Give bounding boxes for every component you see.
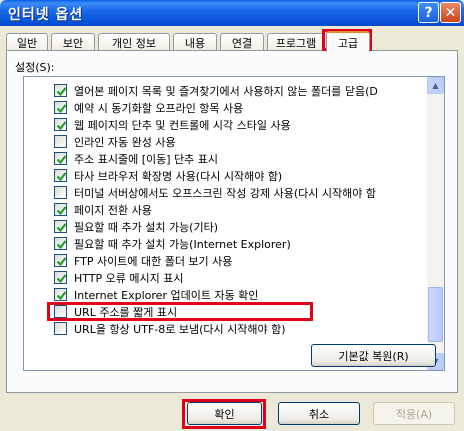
window-title: 인터넷 옵션 — [8, 7, 84, 23]
list-item[interactable]: 인라인 자동 완성 사용 — [24, 133, 426, 150]
list-item-label: 주소 표시줄에 [이동] 단추 표시 — [74, 153, 219, 166]
apply-button[interactable]: 적용(A) — [373, 402, 455, 425]
restore-defaults-button[interactable]: 기본값 복원(R) — [311, 344, 436, 367]
checkmark-icon — [56, 155, 67, 165]
list-item-label: 예약 시 동기화할 오프라인 항목 사용 — [74, 102, 244, 115]
list-item[interactable]: URL을 항상 UTF-8로 보냄(다시 시작해야 함) — [24, 320, 426, 337]
checkbox[interactable] — [54, 237, 67, 250]
list-item[interactable]: FTP 사이트에 대한 폴더 보기 사용 — [24, 252, 426, 269]
tab-strip: 일반 보안 개인 정보 내용 연결 프로그램 고급 — [6, 31, 458, 52]
checkbox[interactable] — [54, 305, 67, 318]
list-item[interactable]: 필요할 때 추가 설치 가능(Internet Explorer) — [24, 235, 426, 252]
list-item-label: 필요할 때 추가 설치 가능(Internet Explorer) — [74, 238, 291, 251]
settings-label: 설정(S): — [15, 61, 55, 74]
list-item-label: URL을 항상 UTF-8로 보냄(다시 시작해야 함) — [74, 323, 286, 336]
list-item[interactable]: 필요할 때 추가 설치 가능(기타) — [24, 218, 426, 235]
checkmark-icon — [56, 206, 67, 216]
list-item-label: 타사 브라우저 확장명 사용(다시 시작해야 함) — [74, 170, 283, 183]
tab-advanced[interactable]: 고급 — [326, 31, 370, 52]
cancel-button[interactable]: 취소 — [278, 402, 360, 425]
title-bar: 인터넷 옵션 ? ✕ — [0, 0, 464, 26]
checkmark-icon — [56, 172, 67, 182]
checkbox[interactable] — [54, 254, 67, 267]
tab-programs[interactable]: 프로그램 — [267, 33, 325, 51]
checkbox[interactable] — [54, 203, 67, 216]
tab-privacy[interactable]: 개인 정보 — [98, 33, 170, 51]
checkbox[interactable] — [54, 169, 67, 182]
checkbox[interactable] — [54, 322, 67, 335]
list-item[interactable]: Internet Explorer 업데이트 자동 확인 — [24, 286, 426, 303]
help-icon: ? — [424, 4, 433, 21]
list-item[interactable]: URL 주소를 짧게 표시 — [24, 303, 426, 320]
tab-content[interactable]: 내용 — [173, 33, 217, 51]
checkbox[interactable] — [54, 84, 67, 97]
tab-security[interactable]: 보안 — [51, 33, 95, 51]
list-item-label: 웹 페이지의 단추 및 컨트롤에 시각 스타일 사용 — [74, 119, 291, 132]
list-item-label: 페이지 전환 사용 — [74, 204, 152, 217]
list-item-label: HTTP 오류 메시지 표시 — [74, 272, 184, 285]
help-button[interactable]: ? — [418, 2, 439, 23]
checkbox[interactable] — [54, 135, 67, 148]
checkbox[interactable] — [54, 152, 67, 165]
checkmark-icon — [56, 121, 67, 131]
checkmark-icon — [56, 274, 67, 284]
ok-button[interactable]: 확인 — [187, 402, 262, 425]
checkbox[interactable] — [54, 101, 67, 114]
list-item-label: Internet Explorer 업데이트 자동 확인 — [74, 289, 259, 302]
tab-general[interactable]: 일반 — [6, 33, 48, 51]
list-item[interactable]: 예약 시 동기화할 오프라인 항목 사용 — [24, 99, 426, 116]
list-item[interactable]: 페이지 전환 사용 — [24, 201, 426, 218]
close-icon: ✕ — [444, 4, 457, 21]
checkbox[interactable] — [54, 288, 67, 301]
scroll-thumb[interactable] — [428, 287, 443, 342]
vertical-scrollbar[interactable]: ▲ ▼ — [427, 77, 444, 370]
tab-connections[interactable]: 연결 — [220, 33, 264, 51]
list-item-label: 열어본 페이지 목록 및 즐겨찾기에서 사용하지 않는 폴더를 닫음(D — [74, 85, 378, 98]
list-item-label: 필요할 때 추가 설치 가능(기타) — [74, 221, 219, 234]
checkmark-icon — [56, 87, 67, 97]
checkmark-icon — [56, 240, 67, 250]
list-item[interactable]: 타사 브라우저 확장명 사용(다시 시작해야 함) — [24, 167, 426, 184]
checkmark-icon — [56, 223, 67, 233]
checkbox[interactable] — [54, 220, 67, 233]
scroll-up-arrow-icon[interactable]: ▲ — [427, 77, 444, 94]
checkbox[interactable] — [54, 271, 67, 284]
list-item[interactable]: 웹 페이지의 단추 및 컨트롤에 시각 스타일 사용 — [24, 116, 426, 133]
close-button[interactable]: ✕ — [440, 2, 461, 23]
list-item-label: 인라인 자동 완성 사용 — [74, 136, 176, 149]
checkmark-icon — [56, 257, 67, 267]
advanced-panel: 설정(S): 열어본 페이지 목록 및 즐겨찾기에서 사용하지 않는 폴더를 닫… — [6, 50, 458, 393]
list-item-label: 터미널 서버상에서도 오프스크린 작성 강제 사용(다시 시작해야 함 — [74, 187, 377, 200]
settings-list[interactable]: 열어본 페이지 목록 및 즐겨찾기에서 사용하지 않는 폴더를 닫음(D 예약 … — [23, 76, 445, 371]
list-item-label: FTP 사이트에 대한 폴더 보기 사용 — [74, 255, 233, 268]
list-item[interactable]: 열어본 페이지 목록 및 즐겨찾기에서 사용하지 않는 폴더를 닫음(D — [24, 82, 426, 99]
list-item[interactable]: HTTP 오류 메시지 표시 — [24, 269, 426, 286]
checkbox[interactable] — [54, 118, 67, 131]
list-item-label: URL 주소를 짧게 표시 — [74, 306, 178, 319]
checkmark-icon — [56, 291, 67, 301]
checkbox[interactable] — [54, 186, 67, 199]
list-item[interactable]: 주소 표시줄에 [이동] 단추 표시 — [24, 150, 426, 167]
checkmark-icon — [56, 104, 67, 114]
list-item[interactable]: 터미널 서버상에서도 오프스크린 작성 강제 사용(다시 시작해야 함 — [24, 184, 426, 201]
